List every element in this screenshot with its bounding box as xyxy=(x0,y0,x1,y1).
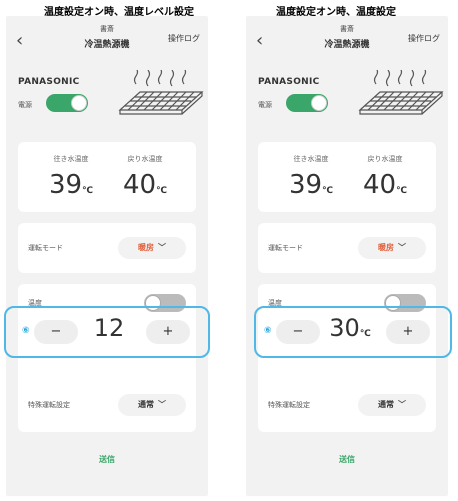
chevron-down-icon: ﹀ xyxy=(398,243,406,252)
header: ‹ 書斎 冷温熱源機 操作ログ xyxy=(246,16,448,64)
mode-select[interactable]: 暖房 ﹀ xyxy=(118,237,186,259)
phone-right: ‹ 書斎 冷温熱源機 操作ログ PANASONIC 電源 往き水温度 戻り水温度… xyxy=(246,16,448,496)
return-temp-value: 40℃ xyxy=(363,170,407,200)
highlight-box-left xyxy=(4,306,210,358)
mode-select[interactable]: 暖房 ﹀ xyxy=(358,237,426,259)
brand-name: PANASONIC xyxy=(18,77,80,87)
special-mode-label: 特殊運転設定 xyxy=(268,401,310,409)
special-mode-select[interactable]: 通常 ﹀ xyxy=(358,394,426,416)
chevron-down-icon: ﹀ xyxy=(398,400,406,409)
chevron-down-icon: ﹀ xyxy=(158,400,166,409)
chevron-down-icon: ﹀ xyxy=(158,243,166,252)
mode-card: 運転モード 暖房 ﹀ xyxy=(258,223,436,273)
heater-grid-icon xyxy=(118,70,204,115)
outgoing-temp-value: 39℃ xyxy=(289,170,333,200)
special-mode-select[interactable]: 通常 ﹀ xyxy=(118,394,186,416)
special-mode-label: 特殊運転設定 xyxy=(28,401,70,409)
return-temp-label: 戻り水温度 xyxy=(127,155,163,163)
mode-card: 運転モード 暖房 ﹀ xyxy=(18,223,196,273)
send-button[interactable]: 送信 xyxy=(246,454,448,465)
log-link[interactable]: 操作ログ xyxy=(168,33,200,44)
mode-label: 運転モード xyxy=(268,244,303,252)
power-label: 電源 xyxy=(258,101,272,109)
mode-label: 運転モード xyxy=(28,244,63,252)
return-temp-value: 40℃ xyxy=(123,170,167,200)
log-link[interactable]: 操作ログ xyxy=(408,33,440,44)
power-label: 電源 xyxy=(18,101,32,109)
return-temp-label: 戻り水温度 xyxy=(367,155,403,163)
toggle-knob xyxy=(311,95,327,111)
brand-name: PANASONIC xyxy=(258,77,320,87)
power-toggle[interactable] xyxy=(46,94,88,112)
water-temp-card: 往き水温度 戻り水温度 39℃ 40℃ xyxy=(18,142,196,212)
header: ‹ 書斎 冷温熱源機 操作ログ xyxy=(6,16,208,64)
outgoing-temp-label: 往き水温度 xyxy=(53,155,89,163)
outgoing-temp-value: 39℃ xyxy=(49,170,93,200)
special-mode-card: 特殊運転設定 通常 ﹀ xyxy=(258,378,436,432)
send-button[interactable]: 送信 xyxy=(6,454,208,465)
special-mode-card: 特殊運転設定 通常 ﹀ xyxy=(18,378,196,432)
toggle-knob xyxy=(71,95,87,111)
phone-left: ‹ 書斎 冷温熱源機 操作ログ PANASONIC 電源 往き水温度 戻り水温度… xyxy=(6,16,208,496)
outgoing-temp-label: 往き水温度 xyxy=(293,155,329,163)
power-toggle[interactable] xyxy=(286,94,328,112)
highlight-box-right xyxy=(254,306,452,358)
water-temp-card: 往き水温度 戻り水温度 39℃ 40℃ xyxy=(258,142,436,212)
heater-grid-icon xyxy=(358,70,444,115)
